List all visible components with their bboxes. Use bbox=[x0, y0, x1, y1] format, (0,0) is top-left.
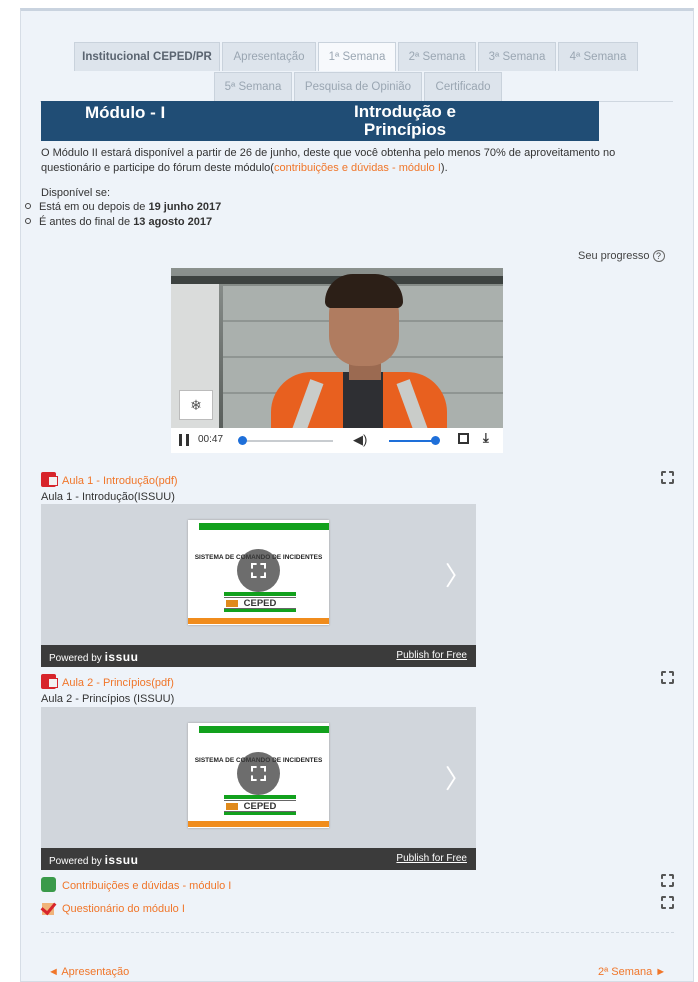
forum-icon bbox=[41, 877, 56, 892]
pause-icon[interactable] bbox=[179, 434, 189, 446]
expand-icon[interactable] bbox=[237, 752, 280, 795]
forum-link[interactable]: Contribuições e dúvidas - módulo I bbox=[62, 880, 231, 892]
tab-semana-4[interactable]: 4ª Semana bbox=[558, 42, 638, 71]
quiz-item[interactable]: Questionário do módulo I bbox=[41, 900, 185, 915]
tab-certificado[interactable]: Certificado bbox=[424, 72, 502, 101]
banner-title: Introdução e Princípios bbox=[353, 102, 456, 139]
doc-orange-bar bbox=[188, 821, 329, 827]
presenter-vest bbox=[271, 372, 447, 433]
doc-green-bar bbox=[199, 726, 329, 733]
notice-forum-link[interactable]: contribuições e dúvidas - módulo I bbox=[274, 162, 441, 174]
module-notice: O Módulo II estará disponível a partir d… bbox=[41, 146, 661, 176]
publish-for-free-link[interactable]: Publish for Free bbox=[396, 853, 467, 864]
quiz-icon bbox=[41, 900, 56, 915]
chevron-right-icon[interactable]: 〉 bbox=[445, 759, 471, 796]
volume-fill bbox=[389, 440, 435, 442]
doc-green-bar bbox=[224, 609, 296, 612]
next-section-link[interactable]: 2ª Semana ► bbox=[598, 966, 666, 978]
prev-section-link[interactable]: ◄ Apresentação bbox=[48, 966, 129, 978]
video-time: 00:47 bbox=[198, 434, 224, 445]
aula2-pdf-item[interactable]: Aula 2 - Princípios(pdf) bbox=[41, 674, 174, 689]
forum-item[interactable]: Contribuições e dúvidas - módulo I bbox=[41, 877, 231, 892]
module-banner: Módulo - I Introdução e Princípios bbox=[41, 101, 599, 141]
issuu-footer: Powered by issuu Publish for Free bbox=[41, 645, 476, 667]
volume-handle[interactable] bbox=[430, 436, 440, 445]
tab-semana-2[interactable]: 2ª Semana bbox=[398, 42, 476, 71]
doc-green-bar bbox=[224, 812, 296, 815]
tab-semana-5[interactable]: 5ª Semana bbox=[214, 72, 292, 101]
fullscreen-icon[interactable] bbox=[458, 433, 469, 444]
help-icon[interactable]: ? bbox=[652, 250, 665, 262]
presenter-hair bbox=[325, 274, 403, 308]
tab-institucional[interactable]: Institucional CEPED/PR bbox=[74, 42, 220, 71]
issuu-logo[interactable]: issuu bbox=[105, 853, 139, 867]
cond1-date: 19 junho 2017 bbox=[148, 201, 222, 213]
completion-checkbox-forum[interactable] bbox=[661, 874, 674, 887]
powered-by-label: Powered by bbox=[49, 653, 102, 664]
pdf-icon bbox=[41, 472, 58, 487]
section-divider bbox=[41, 932, 674, 933]
presenter-figure bbox=[257, 274, 447, 433]
doc-green-bar bbox=[199, 523, 329, 530]
pdf-icon bbox=[41, 674, 58, 689]
seek-track[interactable] bbox=[239, 440, 333, 442]
defesa-civil-logo-icon: ❄ bbox=[179, 390, 213, 420]
tab-semana-3[interactable]: 3ª Semana bbox=[478, 42, 556, 71]
aula1-pdf-item[interactable]: Aula 1 - Introdução(pdf) bbox=[41, 472, 178, 487]
issuu-logo[interactable]: issuu bbox=[105, 650, 139, 664]
doc-orange-bar bbox=[188, 618, 329, 624]
bullet-icon bbox=[25, 218, 31, 224]
tab-semana-1[interactable]: 1ª Semana bbox=[318, 42, 396, 71]
notice-tail: ). bbox=[440, 162, 448, 174]
issuu-viewer-aula1[interactable]: SISTEMA DE COMANDO DE INCIDENTES CEPED 〉… bbox=[41, 504, 476, 667]
doc-green-bar bbox=[224, 795, 296, 799]
issuu-footer: Powered by issuu Publish for Free bbox=[41, 848, 476, 870]
aula1-issuu-label: Aula 1 - Introdução(ISSUU) bbox=[41, 491, 175, 503]
publish-for-free-link[interactable]: Publish for Free bbox=[396, 650, 467, 661]
powered-by: Powered by issuu bbox=[49, 650, 138, 664]
expand-icon[interactable] bbox=[237, 549, 280, 592]
aula2-issuu-label: Aula 2 - Princípios (ISSUU) bbox=[41, 693, 175, 705]
banner-module: Módulo - I bbox=[85, 103, 166, 122]
completion-checkbox-aula2-pdf[interactable] bbox=[661, 671, 674, 684]
aula1-pdf-link[interactable]: Aula 1 - Introdução(pdf) bbox=[62, 475, 178, 487]
completion-checkbox-aula1-pdf[interactable] bbox=[661, 471, 674, 484]
video-frame[interactable]: ❄ bbox=[171, 268, 503, 433]
issuu-viewer-aula2[interactable]: SISTEMA DE COMANDO DE INCIDENTES CEPED 〉… bbox=[41, 707, 476, 870]
bullet-icon bbox=[25, 203, 31, 209]
video-controls: 00:47 ◀) ⤓ bbox=[171, 428, 503, 453]
doc-green-bar bbox=[224, 592, 296, 596]
cond2-prefix: É antes do final de bbox=[39, 216, 134, 228]
ceped-logo: CEPED bbox=[224, 800, 296, 812]
tab-apresentacao[interactable]: Apresentação bbox=[222, 42, 316, 71]
cond1-prefix: Está em ou depois de bbox=[39, 201, 149, 213]
chevron-right-icon[interactable]: 〉 bbox=[445, 556, 471, 593]
availability-condition-1: Está em ou depois de 19 junho 2017 bbox=[25, 200, 221, 215]
tab-pesquisa-opiniao[interactable]: Pesquisa de Opinião bbox=[294, 72, 422, 101]
powered-by-label: Powered by bbox=[49, 856, 102, 867]
cond2-date: 13 agosto 2017 bbox=[133, 216, 213, 228]
seek-handle[interactable] bbox=[237, 436, 247, 445]
availability-heading: Disponível se: bbox=[41, 187, 111, 199]
completion-checkbox-quiz[interactable] bbox=[661, 896, 674, 909]
powered-by: Powered by issuu bbox=[49, 853, 138, 867]
aula2-pdf-link[interactable]: Aula 2 - Princípios(pdf) bbox=[62, 677, 174, 689]
volume-icon[interactable]: ◀) bbox=[353, 432, 367, 448]
ceped-logo: CEPED bbox=[224, 597, 296, 609]
progress-indicator: Seu progresso? bbox=[578, 250, 665, 262]
progress-label: Seu progresso bbox=[578, 250, 650, 262]
video-player[interactable]: ❄ 00:47 ◀) ⤓ bbox=[171, 268, 503, 453]
download-icon[interactable]: ⤓ bbox=[483, 430, 489, 446]
availability-condition-2: É antes do final de 13 agosto 2017 bbox=[25, 215, 212, 230]
quiz-link[interactable]: Questionário do módulo I bbox=[62, 903, 185, 915]
